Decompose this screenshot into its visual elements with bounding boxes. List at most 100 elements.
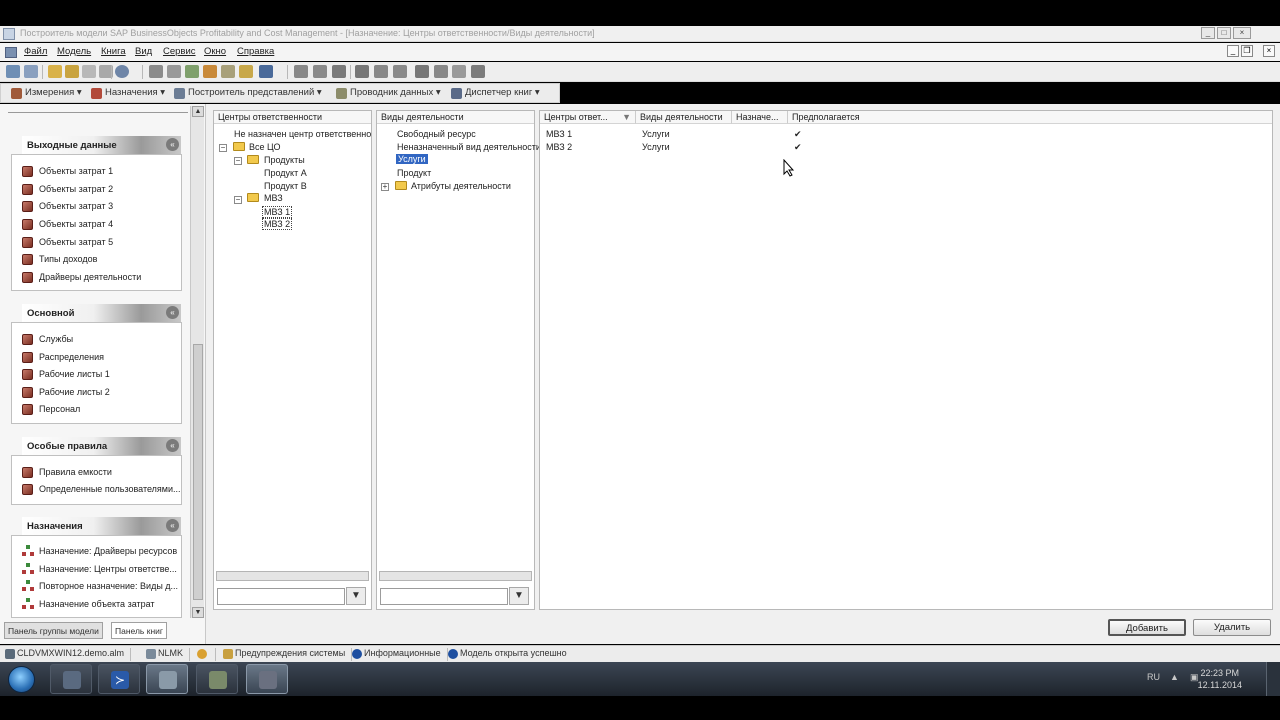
list-item[interactable]: Службы bbox=[22, 334, 73, 345]
clock[interactable]: 22:23 PM 12.11.2014 bbox=[1198, 667, 1242, 691]
status-lock[interactable] bbox=[196, 648, 216, 661]
calc-icon[interactable] bbox=[203, 65, 217, 78]
grid-cell[interactable]: МВЗ 2 bbox=[546, 142, 572, 152]
column-header[interactable]: Предполагается bbox=[788, 111, 1272, 124]
report-icon[interactable] bbox=[452, 65, 466, 78]
add-button[interactable]: Добавить bbox=[1108, 619, 1186, 636]
tree-item[interactable]: Продукт bbox=[397, 168, 431, 178]
group-header-assignments[interactable]: Назначения « bbox=[22, 517, 181, 535]
collapse-icon[interactable]: − bbox=[219, 144, 227, 152]
collapse-icon[interactable]: − bbox=[234, 157, 242, 165]
mdi-close-button[interactable]: × bbox=[1263, 45, 1275, 57]
collapse-icon[interactable]: « bbox=[166, 519, 179, 532]
column-header[interactable]: Центры ответ... ▼ bbox=[540, 111, 636, 124]
list-item[interactable]: Назначение: Драйверы ресурсов bbox=[22, 545, 177, 556]
filter-icon[interactable]: ▼ bbox=[509, 587, 529, 605]
grid-cell[interactable]: Услуги bbox=[642, 142, 670, 152]
list-item[interactable]: Назначение объекта затрат bbox=[22, 598, 155, 609]
list-item[interactable]: Правила емкости bbox=[22, 467, 112, 478]
tree-item[interactable]: Продукт A bbox=[264, 168, 307, 178]
collapse-icon[interactable]: « bbox=[166, 439, 179, 452]
status-model[interactable]: NLMK bbox=[145, 648, 191, 661]
list-item[interactable]: Типы доходов bbox=[22, 254, 97, 265]
minimize-button[interactable]: _ bbox=[1201, 27, 1215, 39]
list-item[interactable]: Объекты затрат 1 bbox=[22, 166, 113, 177]
import-icon[interactable] bbox=[434, 65, 448, 78]
new-model-icon[interactable] bbox=[6, 65, 20, 78]
checkmark-icon[interactable]: ✔ bbox=[794, 142, 802, 153]
table-icon[interactable] bbox=[355, 65, 369, 78]
delete-button[interactable]: Удалить bbox=[1193, 619, 1271, 636]
view-icon[interactable] bbox=[259, 65, 273, 78]
list-item[interactable]: Рабочие листы 1 bbox=[22, 369, 110, 380]
grid-cell[interactable]: МВЗ 1 bbox=[546, 129, 572, 139]
tree-item[interactable]: Неназначенный вид деятельности bbox=[397, 142, 541, 152]
tools-icon[interactable] bbox=[239, 65, 253, 78]
list-item[interactable]: Определенные пользователями... bbox=[22, 484, 181, 495]
link-icon[interactable] bbox=[185, 65, 199, 78]
column-header[interactable]: Виды деятельности bbox=[377, 111, 534, 124]
status-info[interactable]: Информационные bbox=[351, 648, 448, 661]
arrow-left-icon[interactable] bbox=[294, 65, 308, 78]
tree-item[interactable]: МВЗ bbox=[264, 193, 283, 203]
options-icon[interactable] bbox=[471, 65, 485, 78]
data-explorer-button[interactable]: Проводник данных ▾ bbox=[336, 87, 441, 101]
taskbar-explorer[interactable] bbox=[50, 664, 92, 694]
tray-arrow-icon[interactable]: ▲ bbox=[1170, 672, 1179, 682]
menu-service[interactable]: Сервис bbox=[163, 46, 196, 57]
status-message[interactable]: Модель открыта успешно bbox=[447, 648, 573, 661]
tab-model-group-panel[interactable]: Панель группы модели bbox=[4, 622, 103, 639]
tree-item[interactable]: Атрибуты деятельности bbox=[411, 181, 511, 191]
start-button[interactable] bbox=[8, 666, 35, 693]
column-header[interactable]: Виды деятельности bbox=[636, 111, 732, 124]
status-warnings[interactable]: Предупреждения системы bbox=[222, 648, 353, 661]
tree-item[interactable]: Свободный ресурс bbox=[397, 129, 476, 139]
menu-window[interactable]: Окно bbox=[204, 46, 226, 57]
filter-icon[interactable]: ▼ bbox=[346, 587, 366, 605]
close-button[interactable]: × bbox=[1233, 27, 1251, 39]
grid-cell[interactable]: Услуги bbox=[642, 129, 670, 139]
column-header[interactable]: Центры ответственности bbox=[214, 111, 371, 124]
status-server[interactable]: CLDVMXWIN12.demo.alm bbox=[4, 648, 132, 661]
book-manager-button[interactable]: Диспетчер книг ▾ bbox=[451, 87, 540, 101]
filter-icon[interactable] bbox=[221, 65, 235, 78]
list-item[interactable]: Повторное назначение: Виды д... bbox=[22, 580, 178, 591]
mdi-minimize-button[interactable]: _ bbox=[1227, 45, 1239, 57]
tree-item[interactable]: Не назначен центр ответственно bbox=[234, 129, 371, 139]
export-icon[interactable] bbox=[415, 65, 429, 78]
open-model-icon[interactable] bbox=[24, 65, 38, 78]
group-header-main[interactable]: Основной « bbox=[22, 304, 181, 322]
menu-file[interactable]: Файл bbox=[24, 46, 47, 57]
list-item[interactable]: Персонал bbox=[22, 404, 80, 415]
list-item[interactable]: Объекты затрат 5 bbox=[22, 237, 113, 248]
list-item[interactable]: Распределения bbox=[22, 352, 104, 363]
filter-input[interactable] bbox=[217, 588, 345, 605]
tree-item-selected[interactable]: Услуги bbox=[396, 154, 428, 164]
list-item[interactable]: Объекты затрат 4 bbox=[22, 219, 113, 230]
horizontal-scrollbar[interactable] bbox=[379, 571, 532, 581]
assignments-button[interactable]: Назначения ▾ bbox=[91, 87, 165, 101]
collapse-icon[interactable]: − bbox=[234, 196, 242, 204]
language-indicator[interactable]: RU bbox=[1147, 672, 1160, 682]
scroll-thumb[interactable] bbox=[193, 344, 203, 600]
view-builder-button[interactable]: Построитель представлений ▾ bbox=[174, 87, 322, 101]
settings-icon[interactable] bbox=[393, 65, 407, 78]
left-panel-scrollbar[interactable]: ▲ ▼ bbox=[190, 106, 204, 618]
mdi-doc-icon[interactable] bbox=[5, 47, 17, 58]
tree-item[interactable]: Все ЦО bbox=[249, 142, 280, 152]
list-item[interactable]: Объекты затрат 3 bbox=[22, 201, 113, 212]
open-folder-icon[interactable] bbox=[48, 65, 62, 78]
taskbar-pcm-app[interactable] bbox=[146, 664, 188, 694]
tree-item[interactable]: Продукт B bbox=[264, 181, 307, 191]
group-header-output[interactable]: Выходные данные « bbox=[22, 136, 181, 154]
menu-book[interactable]: Книга bbox=[101, 46, 126, 57]
copy-icon[interactable] bbox=[149, 65, 163, 78]
paste-icon[interactable] bbox=[167, 65, 181, 78]
tab-book-panel[interactable]: Панель книг bbox=[111, 622, 167, 639]
list-item[interactable]: Драйверы деятельности bbox=[22, 272, 141, 283]
horizontal-scrollbar[interactable] bbox=[216, 571, 369, 581]
column-header[interactable]: Назначе... bbox=[732, 111, 788, 124]
help-icon[interactable] bbox=[115, 65, 129, 78]
show-desktop-button[interactable] bbox=[1266, 662, 1280, 696]
menu-view[interactable]: Вид bbox=[135, 46, 152, 57]
